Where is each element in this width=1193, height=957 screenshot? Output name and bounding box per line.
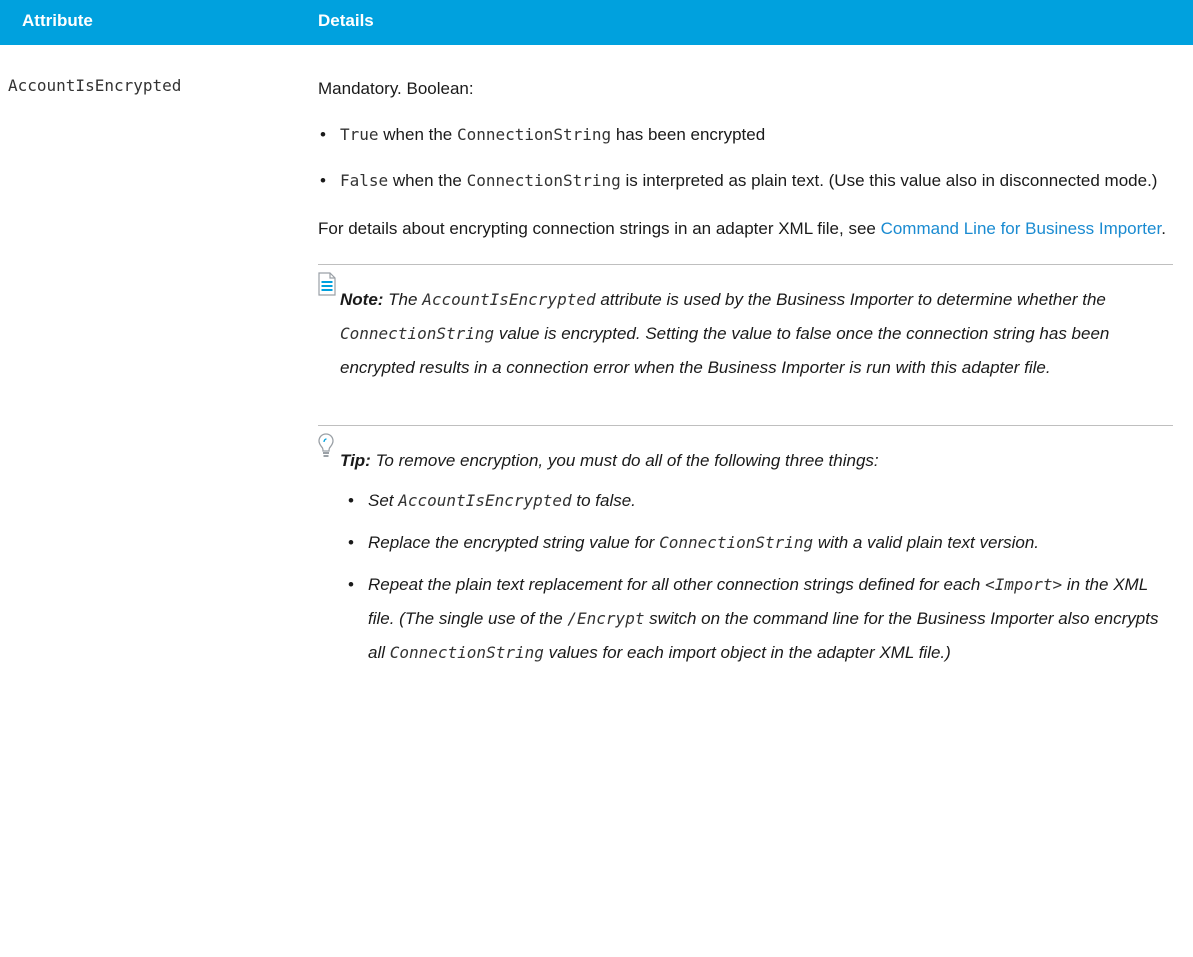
bullet-true: True when the ConnectionString has been … xyxy=(318,118,1173,152)
text: to false. xyxy=(571,491,636,510)
text: For details about encrypting connection … xyxy=(318,219,881,238)
text: has been encrypted xyxy=(611,125,766,144)
text: is interpreted as plain text. (Use this … xyxy=(620,171,1158,190)
code-connectionstring: ConnectionString xyxy=(456,125,612,144)
text: Repeat the plain text replacement for al… xyxy=(368,575,986,594)
command-line-link[interactable]: Command Line for Business Importer xyxy=(881,219,1162,238)
details-cell: Mandatory. Boolean: True when the Connec… xyxy=(318,72,1173,678)
code: /Encrypt xyxy=(567,609,645,628)
code: AccountIsEncrypted xyxy=(398,491,572,510)
header-details: Details xyxy=(318,11,374,30)
text: Replace the encrypted string value for xyxy=(368,533,660,552)
attribute-name: AccountIsEncrypted xyxy=(8,76,182,95)
tip-item: Set AccountIsEncrypted to false. xyxy=(348,484,1173,518)
tip-item: Replace the encrypted string value for C… xyxy=(348,526,1173,560)
text: To remove encryption, you must do all of… xyxy=(370,451,879,470)
text: with a valid plain text version. xyxy=(813,533,1040,552)
text: The xyxy=(383,290,423,309)
text: Set xyxy=(368,491,399,510)
table-header: Attribute Details xyxy=(0,0,1193,45)
bullet-false: False when the ConnectionString is inter… xyxy=(318,164,1173,198)
code: AccountIsEncrypted xyxy=(422,290,596,309)
note-icon xyxy=(318,272,336,296)
details-paragraph: For details about encrypting connection … xyxy=(318,212,1173,246)
details-intro: Mandatory. Boolean: xyxy=(318,79,474,98)
note-label: Note: xyxy=(340,290,384,309)
tip-box: Tip: To remove encryption, you must do a… xyxy=(318,425,1173,670)
boolean-list: True when the ConnectionString has been … xyxy=(318,118,1173,198)
text: when the xyxy=(378,125,457,144)
code-false: False xyxy=(340,171,389,190)
header-attribute: Attribute xyxy=(22,11,93,30)
code: ConnectionString xyxy=(659,533,814,552)
text: attribute is used by the Business Import… xyxy=(595,290,1106,309)
tip-list: Set AccountIsEncrypted to false. Replace… xyxy=(348,484,1173,670)
text: when the xyxy=(388,171,467,190)
code-true: True xyxy=(340,125,379,144)
text: . xyxy=(1161,219,1166,238)
tip-label: Tip: xyxy=(340,451,371,470)
code: ConnectionString xyxy=(389,643,544,662)
lightbulb-icon xyxy=(318,433,334,457)
tip-item: Repeat the plain text replacement for al… xyxy=(348,568,1173,670)
text: values for each import object in the ada… xyxy=(543,643,951,662)
attribute-table: Attribute Details AccountIsEncrypted Man… xyxy=(0,0,1193,662)
code: ConnectionString xyxy=(340,324,495,343)
note-box: Note: The AccountIsEncrypted attribute i… xyxy=(318,264,1173,407)
code: <Import> xyxy=(985,575,1063,594)
code-connectionstring: ConnectionString xyxy=(466,171,621,190)
